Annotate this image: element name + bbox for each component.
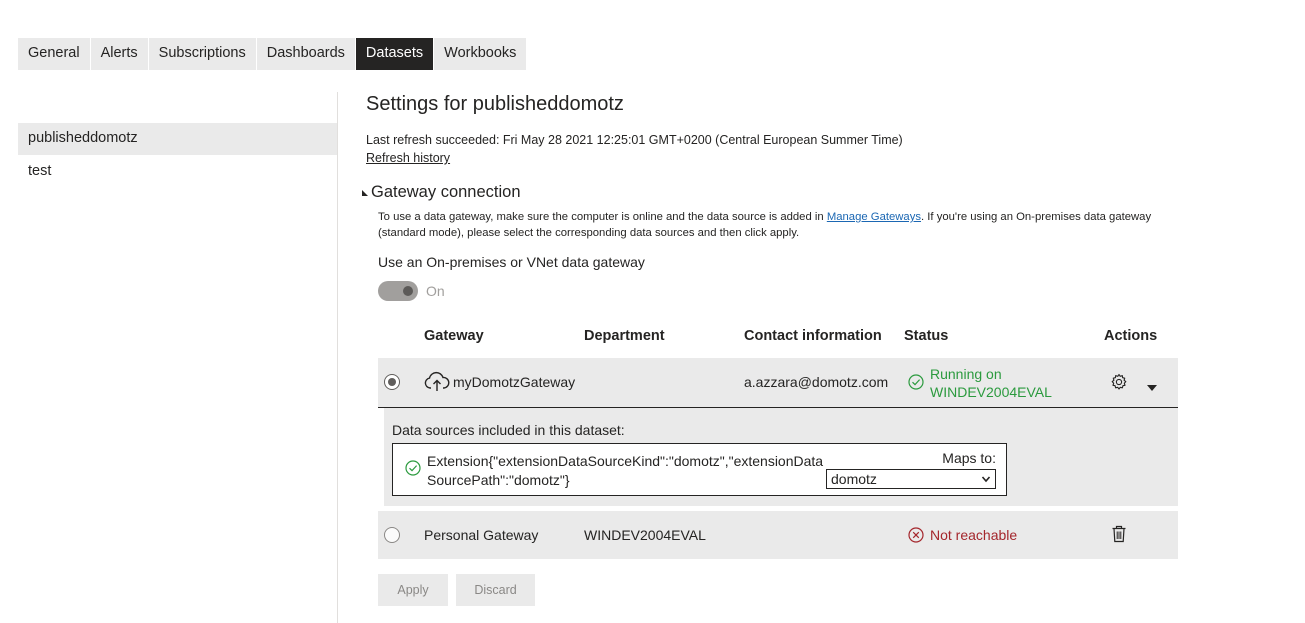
header-contact: Contact information (744, 328, 882, 344)
gateway-table-header: Gateway Department Contact information S… (378, 326, 1178, 348)
check-circle-icon (405, 460, 421, 476)
gateway-status: Running on WINDEV2004EVAL (930, 365, 1052, 401)
maps-to-select[interactable]: domotz (826, 469, 996, 489)
dataset-item-test[interactable]: test (18, 156, 337, 188)
gateway-connection-toggle[interactable]: Gateway connection (362, 183, 521, 202)
tab-workbooks[interactable]: Workbooks (434, 38, 526, 70)
toggle-knob (403, 286, 413, 296)
chevron-down-icon (981, 472, 991, 490)
discard-button[interactable]: Discard (456, 574, 535, 606)
header-department: Department (584, 328, 665, 344)
dataset-list-panel: publisheddomotz test (18, 92, 338, 623)
data-sources-panel: Data sources included in this dataset: E… (384, 408, 1178, 506)
error-circle-icon (908, 527, 924, 543)
header-actions: Actions (1104, 328, 1158, 344)
tab-subscriptions[interactable]: Subscriptions (149, 38, 257, 70)
gateway-radio-unselected[interactable] (384, 527, 400, 543)
chevron-down-icon[interactable] (1146, 379, 1158, 395)
data-source-item: Extension{"extensionDataSourceKind":"dom… (392, 443, 1007, 496)
tab-datasets[interactable]: Datasets (355, 38, 435, 70)
dataset-item-publisheddomotz[interactable]: publisheddomotz (18, 123, 337, 155)
gateway-toggle[interactable] (378, 281, 418, 301)
manage-gateways-link[interactable]: Manage Gateways (827, 211, 921, 223)
page-title: Settings for publisheddomotz (366, 93, 624, 115)
toggle-state-label: On (426, 283, 445, 299)
trash-icon[interactable] (1111, 525, 1127, 543)
section-title: Gateway connection (371, 183, 521, 201)
tab-dashboards[interactable]: Dashboards (257, 38, 356, 70)
gear-icon[interactable] (1110, 373, 1128, 391)
refresh-history-link[interactable]: Refresh history (366, 151, 450, 165)
check-circle-icon (908, 374, 924, 390)
data-source-line-2: SourcePath":"domotz"} (427, 472, 570, 488)
use-gateway-label: Use an On-premises or VNet data gateway (378, 254, 645, 270)
settings-tabs: General Alerts Subscriptions Dashboards … (18, 38, 527, 70)
gateway-radio-selected[interactable] (384, 374, 400, 390)
tab-alerts[interactable]: Alerts (91, 38, 149, 70)
status-line-2: WINDEV2004EVAL (930, 384, 1052, 400)
gateway-row-mydomotz[interactable]: myDomotzGateway a.azzara@domotz.com Runn… (378, 358, 1178, 408)
gateway-desc-text: To use a data gateway, make sure the com… (378, 211, 827, 223)
maps-to-value: domotz (831, 471, 877, 487)
gateway-row-personal[interactable]: Personal Gateway WINDEV2004EVAL Not reac… (378, 511, 1178, 559)
gateway-status: Not reachable (930, 527, 1018, 543)
cloud-upload-icon (424, 371, 450, 393)
maps-to-label: Maps to: (942, 450, 996, 466)
dataset-list: publisheddomotz test (18, 123, 337, 188)
data-sources-label: Data sources included in this dataset: (392, 422, 625, 438)
header-status: Status (904, 328, 949, 344)
data-source-name: Extension{"extensionDataSourceKind":"dom… (427, 452, 827, 490)
gateway-description: To use a data gateway, make sure the com… (378, 209, 1178, 241)
status-line-1: Running on (930, 366, 1002, 382)
tab-general[interactable]: General (18, 38, 91, 70)
gateway-name: myDomotzGateway (453, 374, 576, 390)
gateway-department: WINDEV2004EVAL (584, 527, 706, 543)
refresh-status: Last refresh succeeded: Fri May 28 2021 … (366, 133, 903, 147)
collapse-triangle-icon (362, 189, 368, 196)
data-source-line-1: Extension{"extensionDataSourceKind":"dom… (427, 453, 824, 469)
gateway-toggle-row: On (378, 281, 445, 301)
header-gateway: Gateway (424, 328, 484, 344)
dataset-settings: Settings for publisheddomotz Last refres… (362, 90, 1266, 606)
gateway-name: Personal Gateway (424, 527, 539, 543)
gateway-contact: a.azzara@domotz.com (744, 374, 889, 390)
apply-button[interactable]: Apply (378, 574, 448, 606)
